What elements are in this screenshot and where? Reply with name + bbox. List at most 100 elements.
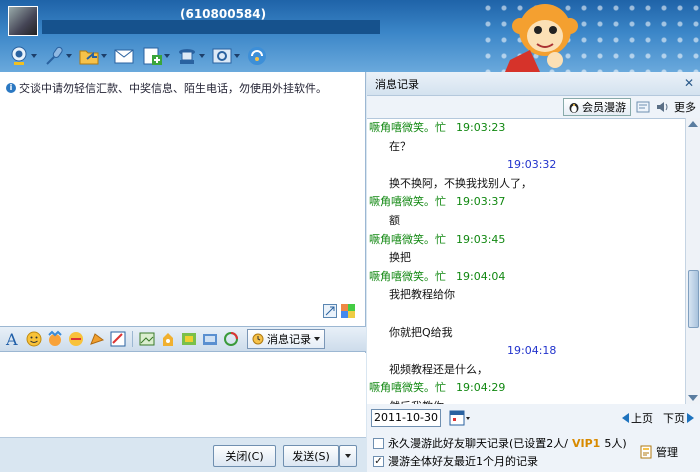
image-icon[interactable] (180, 330, 198, 348)
permanent-roam-text-pre: 永久漫游此好友聊天记录(已设置2人/ (388, 437, 568, 450)
color-theme-icon[interactable] (341, 304, 355, 318)
chevron-down-icon[interactable] (66, 54, 72, 58)
window-controls (640, 2, 698, 18)
emoji-icon[interactable] (25, 330, 43, 348)
font-icon[interactable]: A (4, 330, 22, 348)
message-text: 视频教程还是什么， (389, 362, 488, 376)
vip-roam-button[interactable]: 会员漫游 (563, 98, 631, 116)
history-scrollbar[interactable] (685, 118, 700, 404)
add-app-button[interactable] (141, 44, 170, 68)
display-toggles (323, 304, 355, 318)
mail-button[interactable] (113, 44, 135, 68)
avatar[interactable] (8, 6, 38, 36)
chevron-down-icon[interactable] (199, 54, 205, 58)
chat-toolbar (8, 44, 268, 68)
chevron-down-icon[interactable] (164, 54, 170, 58)
chevron-down-icon[interactable] (31, 54, 37, 58)
message-time: 19:04:29 (456, 381, 506, 395)
magic-emoji-icon[interactable] (46, 330, 64, 348)
scribble-icon[interactable] (109, 330, 127, 348)
avatar-show-button[interactable] (176, 44, 205, 68)
ai-icon[interactable] (201, 330, 219, 348)
webcam-button[interactable] (8, 44, 37, 68)
send-file-icon (79, 50, 99, 65)
speaker-icon[interactable] (655, 100, 669, 114)
voice-button[interactable] (43, 44, 72, 68)
arrow-left-icon (622, 413, 629, 423)
scroll-down-icon[interactable] (688, 395, 698, 401)
message-input[interactable] (0, 353, 366, 437)
maximize-icon[interactable] (660, 2, 678, 18)
send-options-dropdown[interactable] (339, 445, 357, 467)
send-file-button[interactable] (78, 44, 107, 68)
webcam-icon (11, 46, 27, 65)
history-panel: 消息记录 ✕ 会员漫游 更多 噘角嘻微笑。忙 19:03:23 在？ 19:03:32… (367, 72, 700, 472)
title-bar: (610800584) (0, 0, 700, 72)
message-time: 19:03:45 (456, 232, 506, 246)
manage-label: 管理 (656, 446, 678, 459)
calendar-icon[interactable] (449, 409, 471, 427)
history-header: 消息记录 ✕ (367, 72, 700, 96)
permanent-roam-option[interactable]: 永久漫游此好友聊天记录(已设置2人/VIP1 5人) (373, 434, 627, 452)
view-mode-icon[interactable] (636, 100, 650, 114)
message-time: 19:03:23 (456, 121, 506, 134)
roam-all-option[interactable]: ✓ 漫游全体好友最近1个月的记录 (373, 452, 627, 470)
date-field[interactable]: 2011-10-30 (371, 409, 441, 427)
music-icon[interactable] (159, 330, 177, 348)
penguin-icon (569, 103, 579, 113)
prev-page-label: 上页 (631, 412, 653, 425)
photo-icon[interactable] (222, 330, 240, 348)
message-time: 19:04:04 (456, 269, 506, 283)
next-page-label: 下页 (663, 412, 685, 425)
roam-all-checkbox[interactable]: ✓ (373, 455, 384, 467)
close-panel-icon[interactable]: ✕ (684, 76, 694, 90)
chevron-down-icon[interactable] (101, 54, 107, 58)
scroll-up-icon[interactable] (688, 121, 698, 127)
mail-icon (114, 49, 134, 64)
qq-app-icon (248, 47, 266, 65)
vip-badge: VIP1 (572, 436, 601, 450)
message-record-button[interactable]: 消息记录 (247, 329, 325, 349)
chevron-down-icon (314, 337, 320, 341)
history-pager: 2011-10-30 上页 下页 (367, 406, 700, 430)
shake-icon[interactable] (67, 330, 85, 348)
roam-options: 永久漫游此好友聊天记录(已设置2人/VIP1 5人) ✓ 漫游全体好友最近1个月的… (373, 434, 627, 470)
close-window-icon[interactable] (680, 2, 698, 18)
message-history: 噘角嘻微笑。忙 19:03:23 在？ 19:03:32 换不换阿，不换我找别人了， 噘角… (367, 118, 685, 404)
expand-icon[interactable] (323, 304, 337, 318)
message-time: 19:03:37 (456, 195, 506, 209)
sender-name: 噘角嘻微笑。忙 (369, 195, 446, 209)
send-button[interactable]: 发送(S) (283, 445, 339, 467)
message-text: 然后我教你 (367, 398, 685, 404)
message-sender-line: 噘角嘻微笑。忙 19:04:29 (367, 379, 685, 398)
message-text: 额 (389, 213, 400, 227)
sender-name: 噘角嘻微笑。忙 (369, 381, 446, 395)
message-sender-line: 噘角嘻微笑。忙 19:03:45 (367, 231, 685, 250)
screenshot-icon[interactable] (138, 330, 156, 348)
message-text: 我把教程给你 (389, 288, 455, 302)
message-sender-line: 噘角嘻微笑。忙 19:03:23 (367, 119, 685, 138)
qq-app-button[interactable] (246, 44, 268, 68)
info-icon: i (6, 83, 16, 93)
window-title: (610800584) (180, 7, 267, 21)
message-text: 你就把Q给我 (389, 325, 453, 339)
prev-page-button[interactable]: 上页 (622, 410, 653, 426)
message-sender-line: 噘角嘻微笑。忙 19:04:04 (367, 268, 685, 287)
close-button[interactable]: 关闭(C) (213, 445, 276, 467)
sender-name: 噘角嘻微笑。忙 (369, 121, 446, 134)
message-sender-line: 噘角嘻微笑。忙 19:03:37 (367, 193, 685, 212)
chevron-down-icon[interactable] (234, 54, 240, 58)
mascot-icon (505, 4, 578, 72)
minimize-icon[interactable] (640, 2, 658, 18)
gift-icon[interactable] (88, 330, 106, 348)
manage-button[interactable]: 管理 (639, 444, 678, 460)
next-page-button[interactable]: 下页 (663, 410, 694, 426)
scroll-thumb[interactable] (688, 270, 699, 328)
history-title: 消息记录 (375, 77, 419, 91)
divider (132, 331, 133, 347)
history-toolbar: 会员漫游 更多 (367, 96, 700, 118)
settings-button[interactable] (211, 44, 240, 68)
permanent-roam-checkbox[interactable] (373, 437, 384, 449)
more-link[interactable]: 更多 (674, 99, 696, 115)
